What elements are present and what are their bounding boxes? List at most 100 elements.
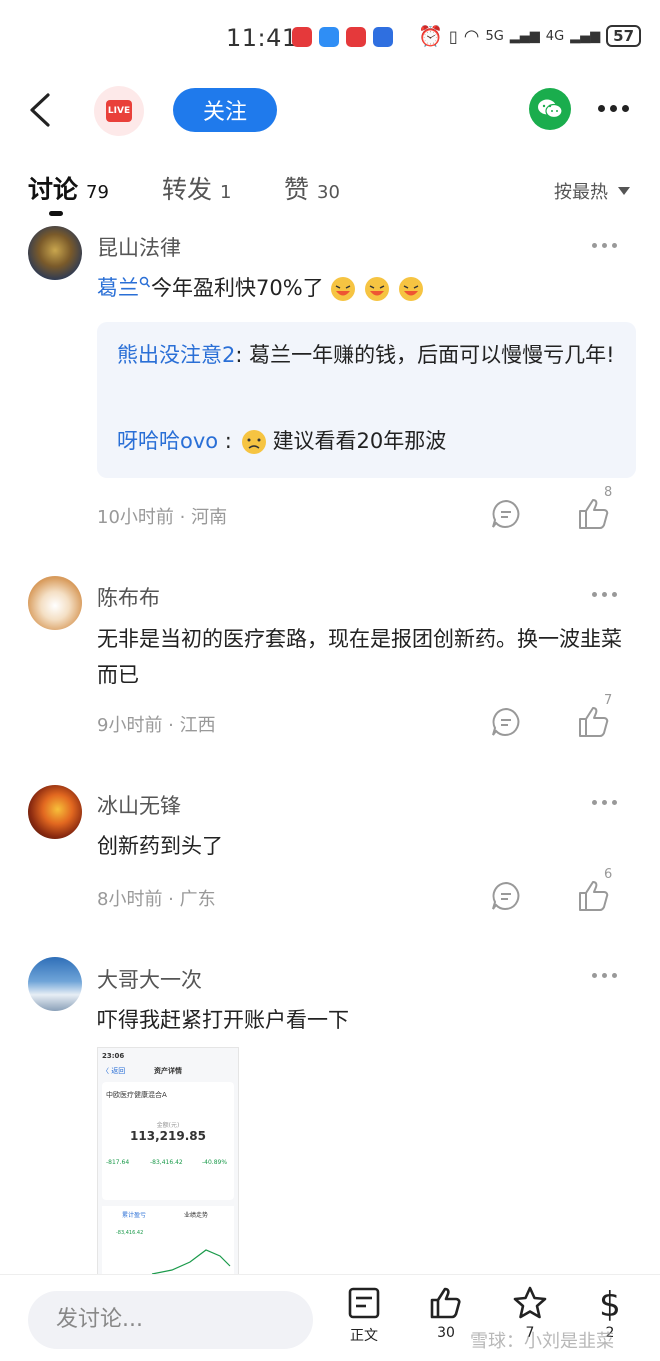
vibrate-icon: ▯: [448, 26, 458, 46]
thumb-stat: -817.64: [106, 1159, 130, 1166]
wechat-share-button[interactable]: [529, 88, 571, 130]
active-tab-indicator: [49, 211, 63, 216]
alarm-icon: ⏰: [418, 24, 443, 48]
comment-author[interactable]: 大哥大一次: [97, 964, 202, 994]
thumb-amount-label: 金额(元): [156, 1122, 180, 1129]
tab-likes[interactable]: 赞 30: [284, 170, 340, 206]
comment-text: 吓得我赶紧打开账户看一下: [97, 1008, 349, 1032]
watermark: 雪球：小刘是韭菜: [470, 1331, 614, 1352]
thumbs-up-icon[interactable]: [576, 496, 612, 532]
avatar[interactable]: [28, 576, 82, 630]
wifi-icon: ◠: [463, 25, 480, 47]
signal-bars-icon: ▂▄▆: [509, 28, 540, 44]
tab-count: 30: [317, 182, 340, 203]
comment-text: 创新药到头了: [97, 834, 223, 858]
like-count: 7: [604, 693, 613, 708]
tab-count: 79: [86, 182, 109, 203]
view-post-button[interactable]: 正文: [340, 1285, 388, 1345]
thumb-stat: -83,416.42: [150, 1159, 183, 1166]
like-count: 6: [604, 867, 613, 882]
sad-emoji-icon: [241, 430, 266, 454]
comment-more-button[interactable]: [592, 592, 617, 597]
document-icon: [348, 1287, 380, 1319]
user-mention[interactable]: 葛兰: [97, 276, 139, 300]
thumb-time: 23:06: [102, 1052, 125, 1060]
message-app-icon: [319, 27, 339, 47]
thumb-tab: 业绩走势: [184, 1212, 209, 1219]
comment-meta: 10小时前 · 河南: [97, 507, 228, 528]
thumb-stat: -40.89%: [202, 1159, 228, 1166]
status-time: 11:41: [226, 24, 298, 52]
tab-discussion[interactable]: 讨论 79: [28, 170, 109, 206]
reply-author[interactable]: 呀哈哈ovo: [117, 429, 218, 453]
live-button[interactable]: LIVE: [94, 86, 144, 136]
comment-author[interactable]: 冰山无锋: [97, 790, 181, 820]
search-icon: [139, 276, 151, 288]
discuss-input[interactable]: 发讨论...: [28, 1291, 313, 1349]
bottom-action-bar: 发讨论... 正文 30 7 $ 2 雪球：小刘是韭菜: [0, 1274, 660, 1361]
status-bar: 11:41 ⏰ ▯ ◠ 5G ▂▄▆ 4G ▂▄▆ 57: [0, 0, 660, 78]
thumb-tab: 累计盈亏: [122, 1212, 147, 1219]
doc-label: 正文: [350, 1328, 378, 1344]
tab-label: 讨论: [28, 175, 79, 204]
thumbs-up-icon[interactable]: [576, 704, 612, 740]
notification-icons: [292, 27, 393, 47]
comment-meta: 8小时前 · 广东: [97, 889, 216, 910]
follow-button[interactable]: 关注: [173, 88, 277, 132]
comment-more-button[interactable]: [592, 243, 617, 248]
tab-label: 转发: [162, 175, 213, 204]
comment-image-attachment[interactable]: 23:06 〈 返回 资产详情 中欧医疗健康混合A 金额(元) 113,219.…: [97, 1047, 239, 1275]
comment-more-button[interactable]: [592, 973, 617, 978]
reply-icon[interactable]: [490, 498, 522, 530]
sort-dropdown[interactable]: 按最热: [554, 178, 630, 204]
tab-repost[interactable]: 转发 1: [162, 170, 231, 206]
tab-bar: 讨论 79 转发 1 赞 30 按最热: [0, 170, 660, 220]
comment-text: 无非是当初的医疗套路，现在是报团创新药。换一波韭菜而已: [97, 627, 622, 687]
signal-5g-label: 5G: [485, 28, 504, 44]
like-count: 8: [604, 485, 613, 500]
like-post-button[interactable]: 30: [422, 1285, 470, 1341]
huawei-app-icon: [292, 27, 312, 47]
thumb-amount: 113,219.85: [130, 1129, 206, 1143]
thumb-chart-card: 累计盈亏 业绩走势 -83,416.42: [102, 1206, 234, 1274]
dollar-icon: $: [599, 1285, 621, 1321]
avatar[interactable]: [28, 226, 82, 280]
reply-preview-box[interactable]: 熊出没注意2: 葛兰一年赚的钱，后面可以慢慢亏几年! 呀哈哈ovo : 建议看看…: [97, 322, 636, 478]
huawei-app-icon: [346, 27, 366, 47]
wechat-icon: [538, 99, 563, 119]
star-icon: [513, 1286, 547, 1319]
back-button[interactable]: [26, 92, 56, 128]
comment-body: 今年盈利快70%了: [151, 276, 324, 300]
thumb-fund-name: 中欧医疗健康混合A: [106, 1091, 167, 1099]
caret-down-icon: [618, 187, 630, 195]
chevron-left-icon: [30, 93, 50, 127]
like-count: 30: [437, 1325, 455, 1341]
tab-label: 赞: [284, 175, 310, 204]
svg-text:$: $: [599, 1285, 621, 1321]
live-icon: LIVE: [106, 100, 132, 122]
comment-more-button[interactable]: [592, 800, 617, 805]
top-nav: LIVE 关注: [0, 78, 660, 142]
laughing-emoji-icon: [364, 277, 389, 301]
reply-text: : 葛兰一年赚的钱，后面可以慢慢亏几年!: [235, 343, 615, 367]
signal-4g-label: 4G: [545, 28, 565, 44]
comment-author[interactable]: 陈布布: [97, 582, 160, 612]
avatar[interactable]: [28, 785, 82, 839]
comment-text: 葛兰 今年盈利快70%了: [97, 270, 637, 306]
app-notification-icon: [373, 27, 393, 47]
reply-author[interactable]: 熊出没注意2: [117, 343, 235, 367]
laughing-emoji-icon: [330, 277, 355, 301]
reply-icon[interactable]: [490, 880, 522, 912]
thumb-card: 中欧医疗健康混合A 金额(元) 113,219.85 -817.64 -83,4…: [102, 1082, 234, 1200]
comment-author[interactable]: 昆山法律: [97, 232, 181, 262]
thumb-line-chart: [151, 1249, 231, 1274]
reply-item: 呀哈哈ovo : 建议看看20年那波: [117, 424, 617, 458]
thumb-title: 资产详情: [154, 1067, 182, 1075]
thumbs-up-icon[interactable]: [576, 878, 612, 914]
signal-bars-icon: ▂▄▆: [570, 28, 601, 44]
tab-count: 1: [220, 182, 232, 203]
reply-text: 建议看看20年那波: [272, 429, 447, 453]
more-options-button[interactable]: [598, 102, 632, 114]
avatar[interactable]: [28, 957, 82, 1011]
reply-icon[interactable]: [490, 706, 522, 738]
